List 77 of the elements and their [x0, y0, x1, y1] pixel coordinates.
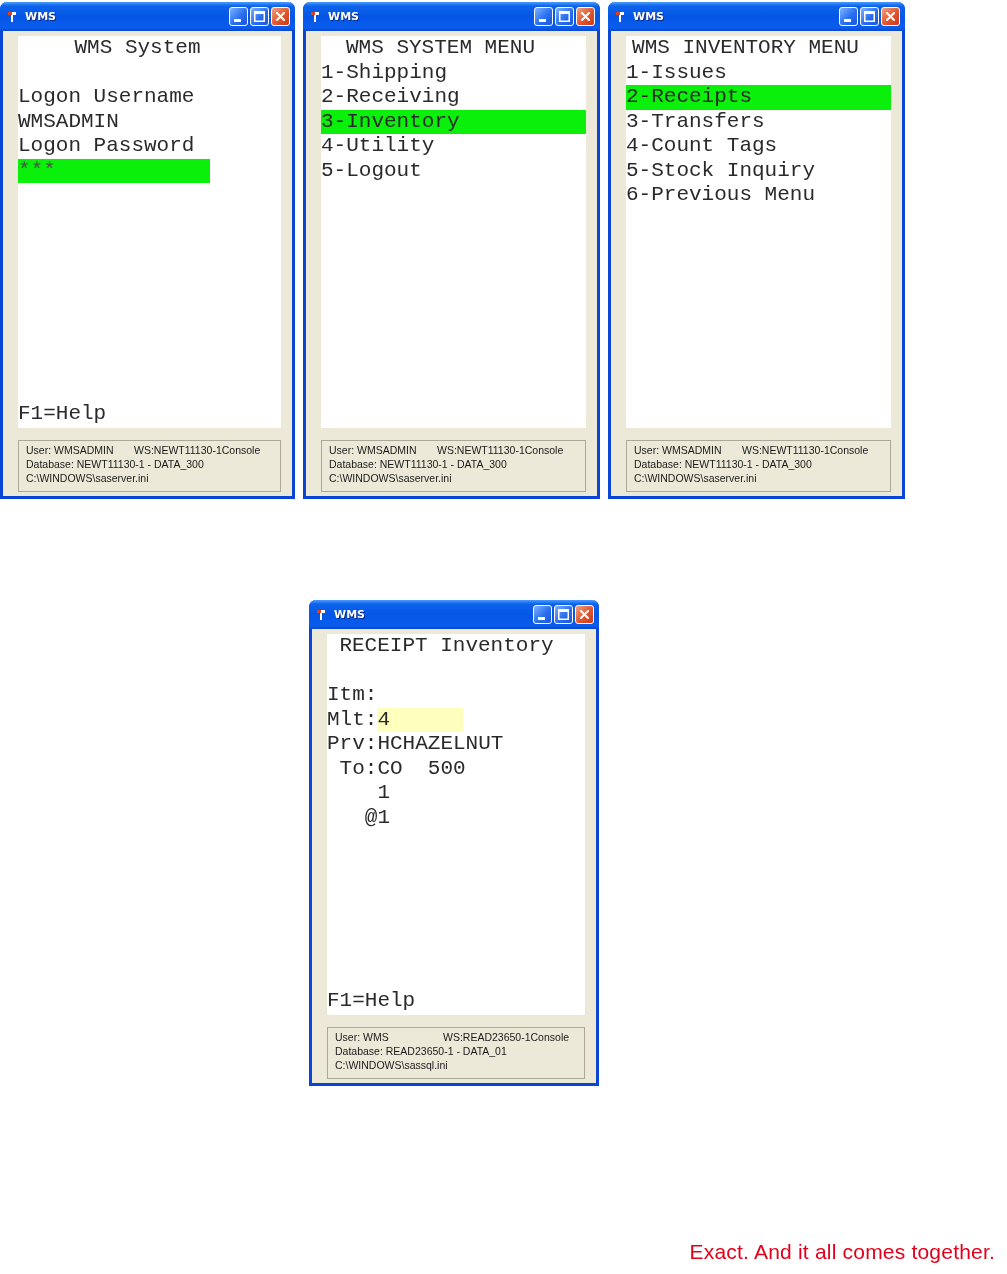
screen-heading: WMS INVENTORY MENU	[632, 36, 859, 59]
maximize-icon	[558, 609, 569, 620]
menu-item[interactable]: 5-Logout	[321, 158, 586, 183]
window-title: WMS	[328, 10, 359, 23]
help-hint: F1=Help	[327, 988, 416, 1012]
workstation-info: WS:READ23650-1Console	[443, 1030, 570, 1044]
input-field[interactable]: 4	[377, 707, 464, 732]
window-title: WMS	[25, 10, 56, 23]
close-icon	[580, 610, 589, 619]
menu-item[interactable]: 4-Count Tags	[626, 134, 891, 159]
close-button[interactable]	[576, 7, 595, 26]
config-path: C:\WINDOWS\saserver.ini	[26, 471, 149, 485]
database-info: Database: NEWT11130-1 - DATA_300	[26, 457, 204, 471]
database-info: Database: NEWT11130-1 - DATA_300	[329, 457, 507, 471]
terminal-text: @1	[363, 805, 390, 830]
menu-item[interactable]: 3-Transfers	[626, 109, 891, 134]
menu-item[interactable]: 4-Utility	[321, 134, 586, 159]
config-path: C:\WINDOWS\sassql.ini	[335, 1058, 448, 1072]
terminal-text: Logon Password	[18, 134, 195, 159]
close-button[interactable]	[881, 7, 900, 26]
config-path: C:\WINDOWS\saserver.ini	[329, 471, 452, 485]
minimize-button[interactable]	[839, 7, 858, 26]
terminal-text: 1	[376, 781, 390, 806]
close-icon	[276, 12, 285, 21]
database-info: Database: READ23650-1 - DATA_01	[335, 1044, 507, 1058]
maximize-icon	[254, 11, 265, 22]
menu-item[interactable]: 1-Shipping	[321, 60, 586, 85]
terminal-text: WMSADMIN	[18, 109, 119, 134]
window-title: WMS	[334, 608, 365, 621]
menu-item[interactable]: 5-Stock Inquiry	[626, 158, 891, 183]
user-info: User: WMS	[335, 1030, 389, 1044]
minimize-icon	[234, 19, 241, 22]
password-field[interactable]: ***	[18, 158, 210, 183]
help-hint: F1=Help	[18, 401, 107, 425]
maximize-button[interactable]	[555, 7, 574, 26]
maximize-button[interactable]	[250, 7, 269, 26]
menu-item[interactable]: 6-Previous Menu	[626, 183, 891, 208]
user-info: User: WMSADMIN	[634, 443, 722, 457]
terminal-text: To:CO 500	[338, 756, 466, 781]
user-info: User: WMSADMIN	[26, 443, 114, 457]
menu-item[interactable]: 2-Receiving	[321, 85, 586, 110]
close-button[interactable]	[575, 605, 594, 624]
minimize-button[interactable]	[229, 7, 248, 26]
pin-icon	[316, 609, 326, 620]
maximize-icon	[864, 11, 875, 22]
field-label: Mlt:	[327, 707, 378, 732]
pin-icon	[310, 11, 320, 22]
database-info: Database: NEWT11130-1 - DATA_300	[634, 457, 812, 471]
tagline: Exact. And it all comes together.	[689, 1240, 995, 1263]
pin-icon	[7, 11, 17, 22]
close-icon	[886, 12, 895, 21]
menu-item[interactable]: 3-Inventory	[321, 109, 586, 134]
maximize-button[interactable]	[554, 605, 573, 624]
maximize-icon	[559, 11, 570, 22]
user-info: User: WMSADMIN	[329, 443, 417, 457]
menu-item[interactable]: 2-Receipts	[626, 85, 891, 110]
terminal-text: Prv:HCHAZELNUT	[327, 732, 504, 757]
terminal-text: Itm:	[327, 683, 378, 708]
workstation-info: WS:NEWT11130-1Console	[437, 443, 564, 457]
minimize-icon	[539, 19, 546, 22]
minimize-icon	[844, 19, 851, 22]
terminal-text: Logon Username	[18, 85, 195, 110]
window-title: WMS	[633, 10, 664, 23]
screen-heading: WMS System	[74, 36, 201, 59]
minimize-button[interactable]	[533, 605, 552, 624]
screen-heading: WMS SYSTEM MENU	[346, 36, 535, 59]
minimize-icon	[538, 617, 545, 620]
minimize-button[interactable]	[534, 7, 553, 26]
menu-item[interactable]: 1-Issues	[626, 60, 891, 85]
screen-heading: RECEIPT Inventory	[339, 634, 554, 657]
workstation-info: WS:NEWT11130-1Console	[742, 443, 869, 457]
workstation-info: WS:NEWT11130-1Console	[134, 443, 261, 457]
maximize-button[interactable]	[860, 7, 879, 26]
config-path: C:\WINDOWS\saserver.ini	[634, 471, 757, 485]
close-icon	[581, 12, 590, 21]
close-button[interactable]	[271, 7, 290, 26]
pin-icon	[615, 11, 625, 22]
